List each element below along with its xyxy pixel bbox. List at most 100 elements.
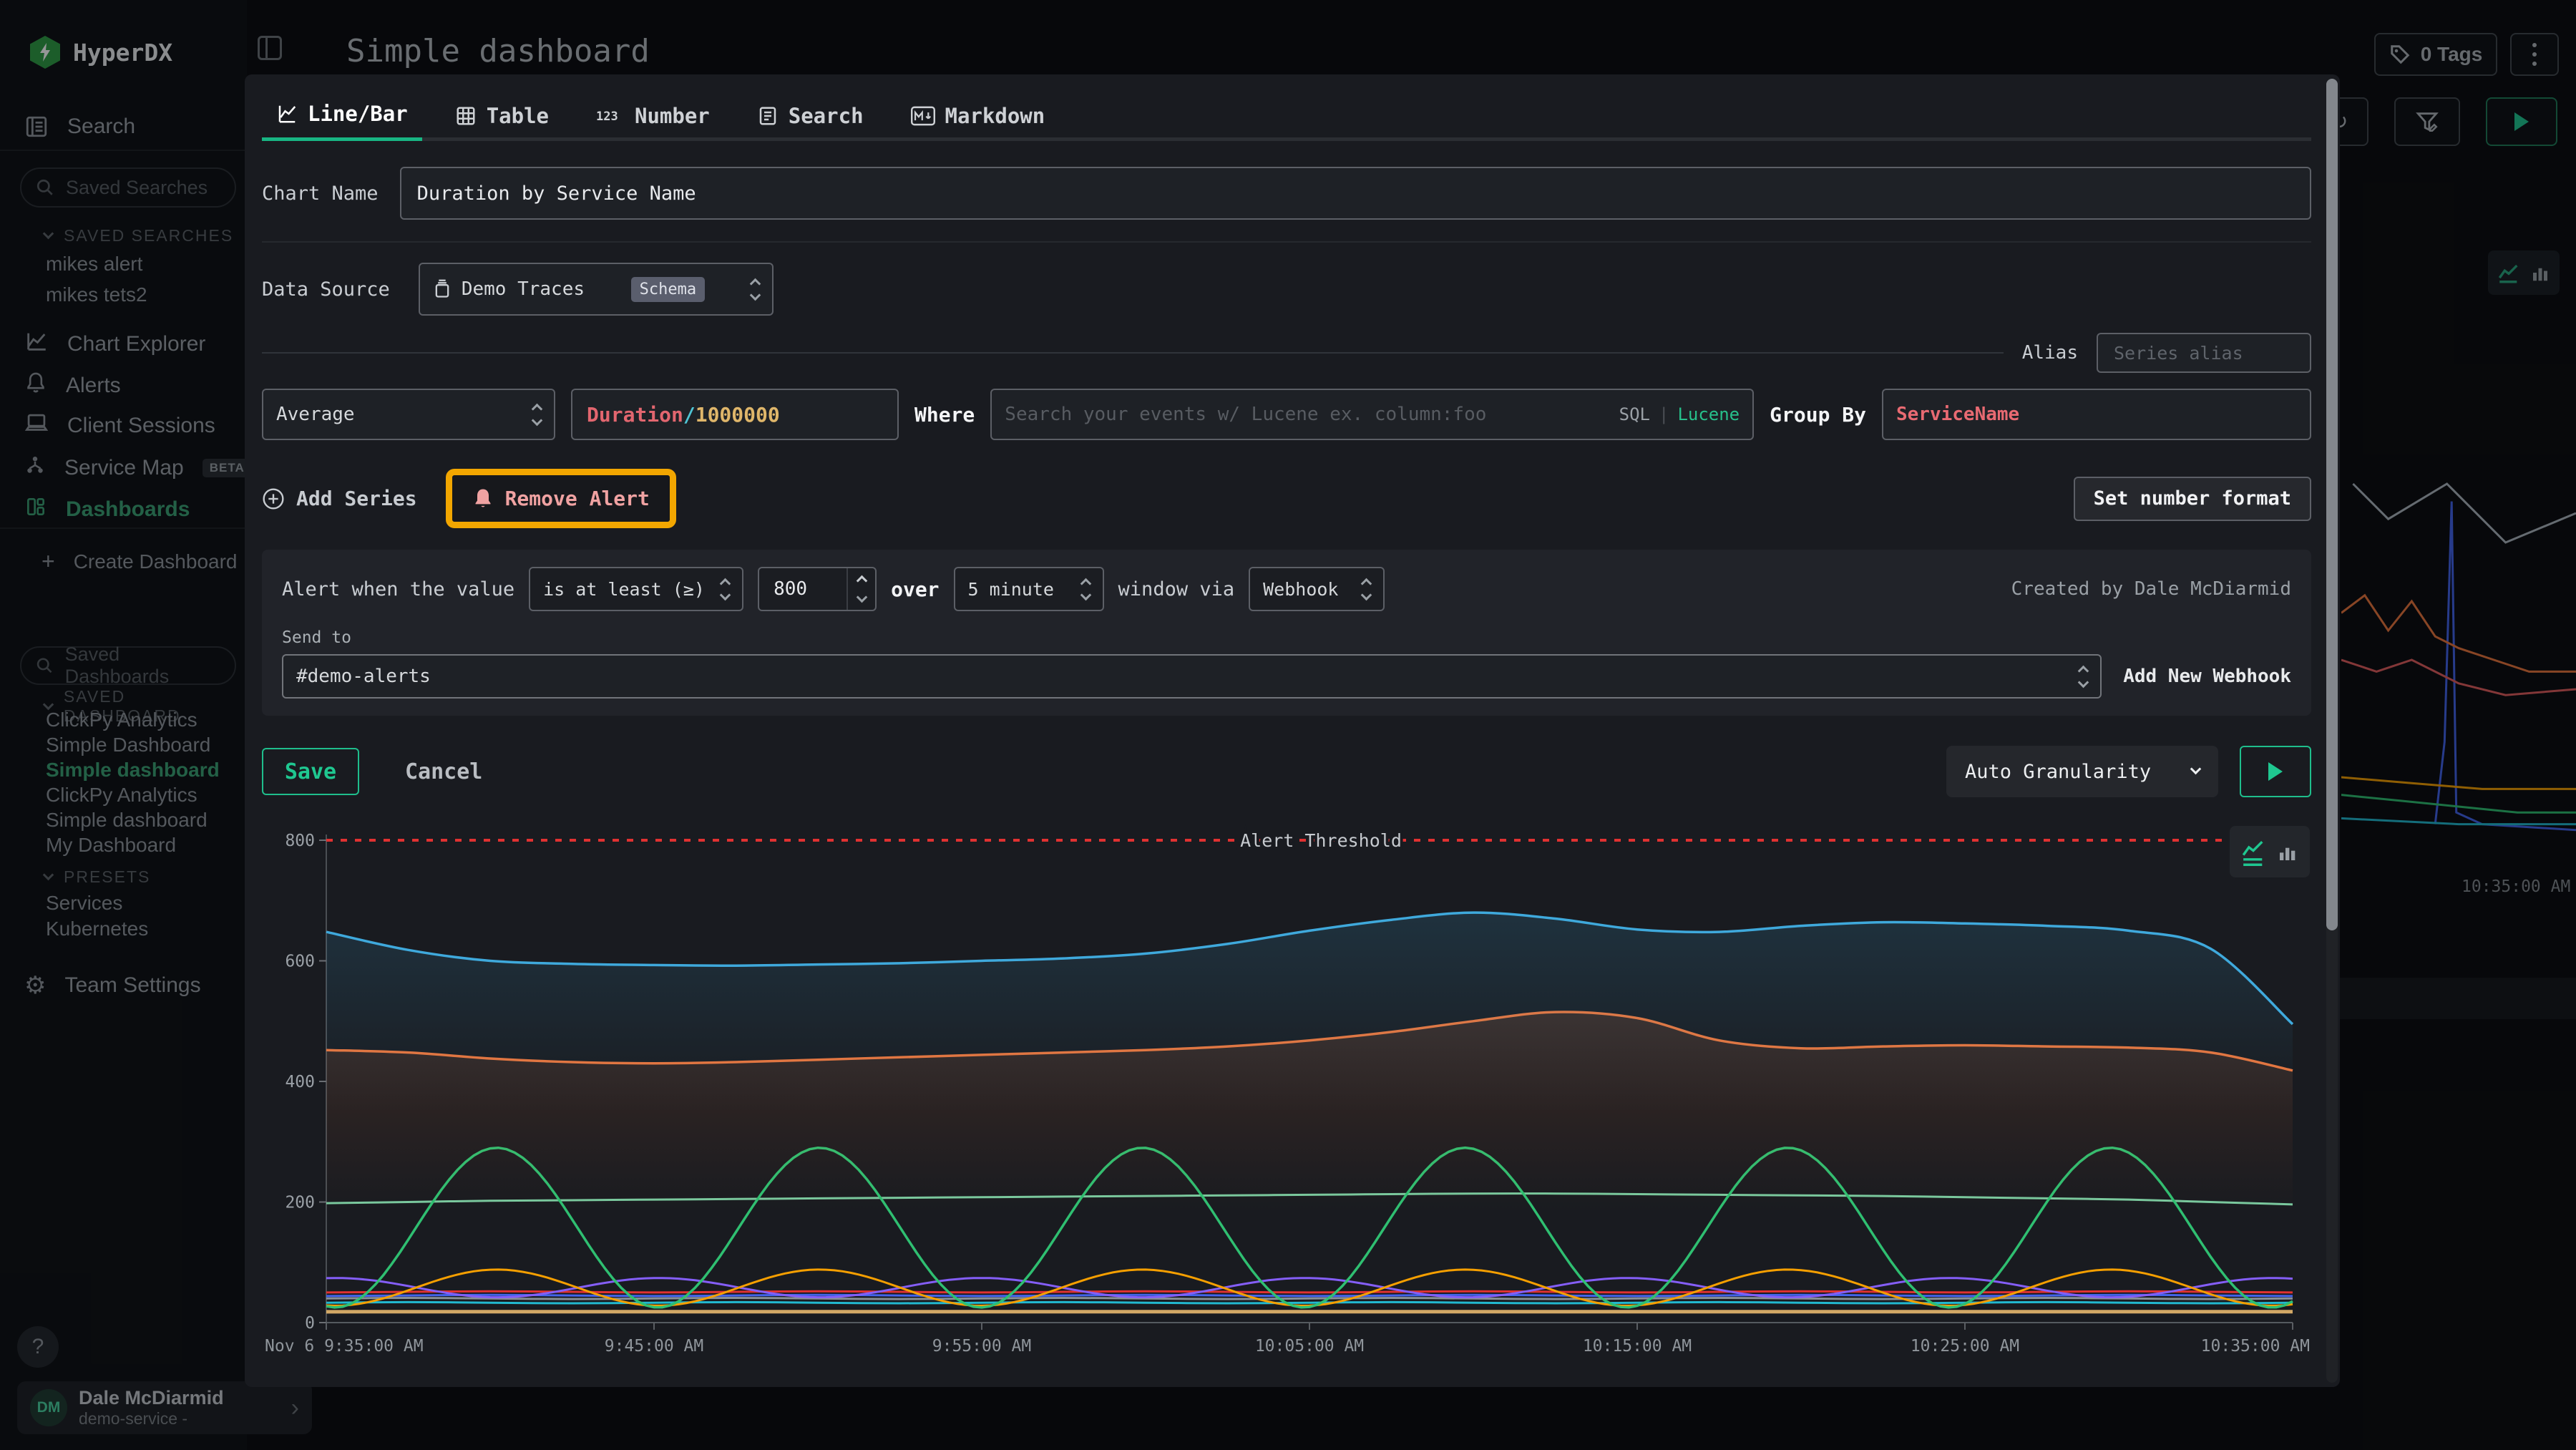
preview-chart: 0 200 400 600 800 Nov 6 9:35:00 AM 9:45:00 AM 9… [262,822,2311,1360]
plus-circle-icon [262,487,285,510]
expression-token: 1000000 [696,403,780,427]
svg-text:800: 800 [285,832,315,850]
group-by-label: Group By [1770,403,1866,427]
sql-toggle[interactable]: SQL [1619,404,1650,424]
svg-text:400: 400 [285,1073,315,1091]
alert-channel-select[interactable]: Webhook [1249,567,1385,611]
chart-name-row: Chart Name [262,167,2311,220]
send-to-row: #demo-alerts Add New Webhook [282,654,2291,699]
series-row: Average Duration/1000000 Where SQL | Luc… [262,389,2311,440]
lucene-toggle[interactable]: Lucene [1677,404,1740,424]
cancel-button[interactable]: Cancel [405,759,482,784]
series-buttons-row: Add Series Remove Alert Set number forma… [262,469,2311,528]
edit-chart-modal: Line/Bar Table 123Number Search Markdown Cha… [245,74,2340,1387]
bell-icon [472,487,494,510]
chart-name-input[interactable] [400,167,2311,220]
svg-text:10:35:00 AM: 10:35:00 AM [2201,1337,2310,1356]
chevron-updown-icon [751,280,759,299]
chevron-updown-icon [721,580,729,599]
alias-label: Alias [2022,342,2078,364]
modal-scrollbar[interactable] [2326,79,2338,1383]
where-search-field[interactable]: SQL | Lucene [990,389,1754,440]
stepper-up-icon[interactable] [856,575,867,587]
alert-settings-panel: Alert when the value is at least (≥) ove… [262,550,2311,716]
aggregate-select[interactable]: Average [262,389,555,440]
data-source-label: Data Source [262,278,390,301]
tab-label: Line/Bar [308,102,408,126]
svg-text:200: 200 [285,1194,315,1212]
search-icon [757,105,779,127]
where-label: Where [914,403,975,427]
alert-condition-select[interactable]: is at least (≥) [529,567,743,611]
alert-window-select[interactable]: 5 minute [954,567,1104,611]
alias-divider-line [262,352,2004,354]
threshold-label: Alert Threshold [1240,830,1402,851]
send-to-label: Send to [282,628,2291,647]
chevron-updown-icon [1362,580,1370,599]
chart-type-toggle[interactable] [2230,826,2310,877]
group-by-input[interactable]: ServiceName [1882,389,2311,440]
svg-text:Nov 6 9:35:00 AM: Nov 6 9:35:00 AM [265,1337,424,1356]
alias-input[interactable] [2097,333,2311,373]
svg-text:10:05:00 AM: 10:05:00 AM [1255,1337,1364,1356]
number-icon: 123 [596,107,625,125]
data-source-select[interactable]: Demo Traces Schema [419,263,774,316]
line-chart-icon [2240,837,2267,866]
schema-badge: Schema [631,277,705,302]
line-chart: 0 200 400 600 800 Nov 6 9:35:00 AM 9:45:00 AM 9… [262,822,2311,1360]
scrollbar-thumb[interactable] [2326,79,2338,930]
set-number-format-button[interactable]: Set number format [2074,477,2311,521]
tab-table[interactable]: Table [441,93,563,141]
svg-text:9:45:00 AM: 9:45:00 AM [605,1337,703,1356]
number-stepper[interactable] [847,568,875,610]
svg-text:0: 0 [305,1314,315,1333]
stepper-down-icon[interactable] [856,592,867,603]
group-by-value: ServiceName [1896,404,2019,425]
database-icon [433,279,452,299]
over-label: over [891,578,939,601]
annotation-highlight-box: Remove Alert [446,469,676,528]
svg-text:123: 123 [596,110,618,124]
send-to-select[interactable]: #demo-alerts [282,654,2102,699]
tab-label: Table [487,104,549,128]
tab-markdown[interactable]: Markdown [897,93,1060,141]
chevron-updown-icon [1082,580,1090,599]
created-by-label: Created by Dale McDiarmid [2011,578,2291,600]
svg-text:9:55:00 AM: 9:55:00 AM [932,1337,1031,1356]
remove-alert-button[interactable]: Remove Alert [452,475,670,522]
chart-name-label: Chart Name [262,183,379,205]
alert-condition-row: Alert when the value is at least (≥) ove… [282,567,2291,611]
lang-separator: | [1659,404,1669,424]
chevron-updown-icon [533,405,541,424]
expression-token: / [683,403,696,427]
where-search-input[interactable] [1005,404,1619,425]
alert-prefix-label: Alert when the value [282,578,514,600]
add-new-webhook-link[interactable]: Add New Webhook [2123,666,2291,687]
run-query-button[interactable] [2240,746,2311,797]
svg-text:10:15:00 AM: 10:15:00 AM [1583,1337,1692,1356]
data-source-value: Demo Traces [462,278,585,300]
expression-field[interactable]: Duration/1000000 [571,389,899,440]
alert-threshold-field [758,567,877,611]
save-button[interactable]: Save [262,748,359,795]
bar-chart-icon [2277,840,2300,863]
tab-search[interactable]: Search [743,93,878,141]
chart-type-tabs: Line/Bar Table 123Number Search Markdown [262,93,2311,141]
expression-token: Duration [587,403,683,427]
chevron-down-icon [2190,763,2202,774]
screen: HyperDX Search Saved Searches SAVED SEAR… [0,0,2576,1450]
markdown-icon [911,106,935,126]
add-series-button[interactable]: Add Series [262,487,417,510]
tab-line-bar[interactable]: Line/Bar [262,93,422,141]
svg-text:10:25:00 AM: 10:25:00 AM [1911,1337,2019,1356]
tab-label: Search [789,104,864,128]
tab-label: Markdown [945,104,1045,128]
modal-actions-row: Save Cancel Auto Granularity [262,746,2311,797]
svg-text:600: 600 [285,953,315,971]
granularity-select[interactable]: Auto Granularity [1946,746,2218,797]
alert-threshold-input[interactable] [759,578,847,600]
tab-number[interactable]: 123Number [582,93,724,141]
table-icon [455,105,477,127]
section-divider [262,241,2311,243]
line-bar-icon [276,103,298,125]
